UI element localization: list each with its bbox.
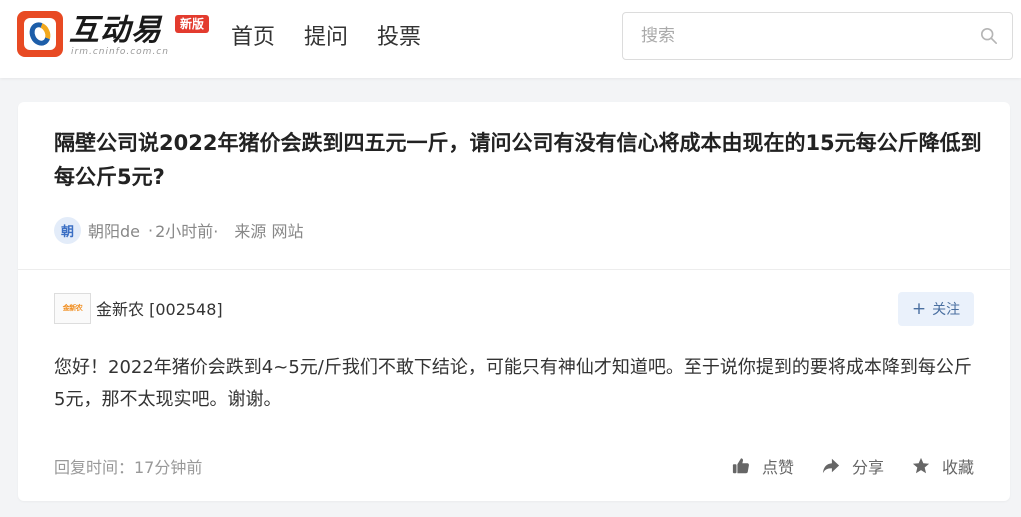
nav-item-ask[interactable]: 提问 bbox=[304, 22, 348, 54]
collect-button[interactable]: 收藏 bbox=[912, 454, 974, 478]
asker-avatar[interactable]: 朝 bbox=[54, 216, 81, 244]
new-version-badge: 新版 bbox=[175, 15, 210, 33]
question-source: 来源 网站 bbox=[234, 222, 304, 241]
follow-button[interactable]: + 关注 bbox=[898, 292, 974, 326]
question-meta: 朝 朝阳de · 2小时前· 来源 网站 bbox=[54, 216, 303, 244]
asker-name[interactable]: 朝阳de bbox=[88, 218, 140, 242]
search-box bbox=[622, 12, 1013, 60]
follow-label: 关注 bbox=[932, 302, 961, 318]
collect-label: 收藏 bbox=[941, 458, 974, 477]
answer-company[interactable]: 金新农 金新农 [002548] bbox=[54, 292, 223, 324]
star-icon bbox=[912, 457, 930, 474]
answer-body: 您好！2022年猪价会跌到4~5元/斤我们不敢下结论，可能只有神仙才知道吧。至于… bbox=[54, 357, 972, 410]
site-logo[interactable]: 互动易 irm.cninfo.com.cn 新版 bbox=[17, 11, 213, 61]
like-button[interactable]: 点赞 bbox=[732, 454, 794, 478]
share-arrow-icon bbox=[822, 458, 840, 474]
share-button[interactable]: 分享 bbox=[822, 454, 884, 478]
main-nav: 首页 提问 投票 bbox=[231, 22, 421, 54]
logo-subtext: irm.cninfo.com.cn bbox=[71, 47, 169, 57]
meta-separator: · bbox=[148, 220, 154, 240]
search-input[interactable] bbox=[623, 13, 963, 59]
nav-item-home[interactable]: 首页 bbox=[231, 22, 275, 54]
question-time: 2小时前· bbox=[155, 222, 219, 241]
qa-card: 隔壁公司说2022年猪价会跌到四五元一斤，请问公司有没有信心将成本由现在的15元… bbox=[18, 102, 1010, 501]
question-title[interactable]: 隔壁公司说2022年猪价会跌到四五元一斤，请问公司有没有信心将成本由现在的15元… bbox=[54, 126, 984, 194]
company-name[interactable]: 金新农 [002548] bbox=[96, 296, 223, 320]
plus-icon: + bbox=[911, 298, 927, 319]
logo-text: 互动易 bbox=[69, 13, 162, 48]
company-logo: 金新农 bbox=[54, 292, 91, 324]
share-label: 分享 bbox=[851, 458, 884, 477]
thumbs-up-icon bbox=[732, 458, 749, 474]
reply-time: 回复时间：17分钟前 bbox=[54, 458, 203, 477]
logo-mark-icon bbox=[17, 11, 63, 57]
nav-item-vote[interactable]: 投票 bbox=[377, 22, 421, 54]
search-icon[interactable] bbox=[980, 27, 998, 45]
answer-actions: 点赞 分享 收藏 bbox=[732, 454, 974, 478]
divider bbox=[18, 269, 1010, 270]
top-header: 互动易 irm.cninfo.com.cn 新版 首页 提问 投票 bbox=[0, 0, 1021, 78]
like-label: 点赞 bbox=[761, 458, 794, 477]
